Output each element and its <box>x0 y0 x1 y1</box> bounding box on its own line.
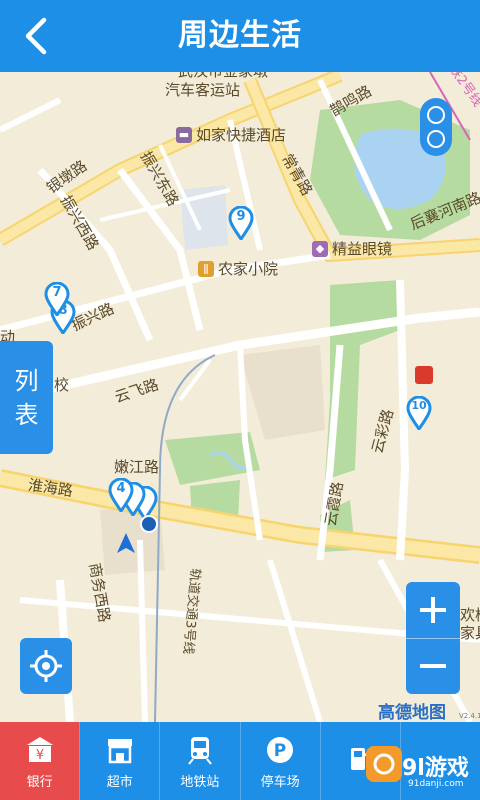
locate-button[interactable] <box>20 638 72 694</box>
tab-supermarket-label: 超市 <box>106 774 133 790</box>
zoom-out-button[interactable] <box>406 638 460 694</box>
map-provider-logo: 高德地图 <box>378 703 446 723</box>
app-header: 周边生活 <box>0 0 480 72</box>
poi-jingyi[interactable]: ◆ 精益眼镜 <box>312 238 392 259</box>
watermark-url: 91danji.com <box>408 779 464 789</box>
list-view-button[interactable]: 列 表 <box>0 341 53 454</box>
metro-icon <box>183 733 217 767</box>
map-pin-7[interactable]: 7 <box>44 282 70 316</box>
map-version: V2.4.1 <box>459 712 480 720</box>
pin-number: 4 <box>116 481 126 496</box>
restaurant-icon: ǁ <box>198 260 214 277</box>
supermarket-icon <box>103 733 137 767</box>
map-pin-9[interactable]: 9 <box>228 206 254 240</box>
tab-bank-label: 银行 <box>26 774 53 790</box>
minus-icon <box>420 664 446 668</box>
traffic-light-icon <box>427 106 445 124</box>
tab-parking-label: 停车场 <box>260 774 300 790</box>
pin-number: 9 <box>236 209 246 224</box>
label-station2: 汽车客运站 <box>165 81 241 99</box>
page-title: 周边生活 <box>178 18 302 53</box>
parking-icon: P <box>263 733 297 767</box>
tab-bank[interactable]: ¥ 银行 <box>0 722 81 800</box>
bank-marker-icon[interactable] <box>140 515 158 533</box>
kfc-icon[interactable] <box>415 366 433 384</box>
traffic-light-icon <box>427 130 445 148</box>
map-pin-10[interactable]: 10 <box>406 396 432 430</box>
list-button-char2: 表 <box>14 400 39 429</box>
traffic-toggle-button[interactable] <box>420 98 452 156</box>
tab-metro[interactable]: 地铁站 <box>160 722 241 800</box>
svg-text:¥: ¥ <box>35 748 43 763</box>
tab-parking[interactable]: P 停车场 <box>241 722 321 800</box>
poi-jingyi-label: 精益眼镜 <box>332 240 393 258</box>
hotel-icon: ▬ <box>176 126 192 143</box>
label-road-nenjiang: 嫩江路 <box>114 458 160 476</box>
pin-number: 7 <box>52 285 62 300</box>
zoom-in-button[interactable] <box>406 582 460 638</box>
list-button-char1: 列 <box>14 366 39 395</box>
label-partial-ju: 家具 <box>460 624 480 642</box>
svg-text:P: P <box>274 741 286 761</box>
poi-nongjia[interactable]: ǁ 农家小院 <box>198 258 278 279</box>
map-pin-4[interactable]: 4 <box>108 478 134 512</box>
label-partial-jiao: 校 <box>54 376 70 394</box>
shop-icon: ◆ <box>312 240 328 257</box>
tab-metro-label: 地铁站 <box>180 774 220 790</box>
current-location-icon <box>117 533 135 553</box>
poi-rujia-label: 如家快捷酒店 <box>196 126 287 144</box>
plus-icon <box>420 597 446 623</box>
watermark-text: 9l游戏 <box>402 756 469 781</box>
zoom-controls <box>406 582 460 694</box>
crosshair-icon <box>30 650 62 682</box>
bank-icon: ¥ <box>23 733 57 767</box>
tab-supermarket[interactable]: 超市 <box>80 722 161 800</box>
poi-rujia[interactable]: ▬ 如家快捷酒店 <box>176 124 286 145</box>
pin-number: 10 <box>411 399 427 412</box>
poi-nongjia-label: 农家小院 <box>218 260 279 278</box>
